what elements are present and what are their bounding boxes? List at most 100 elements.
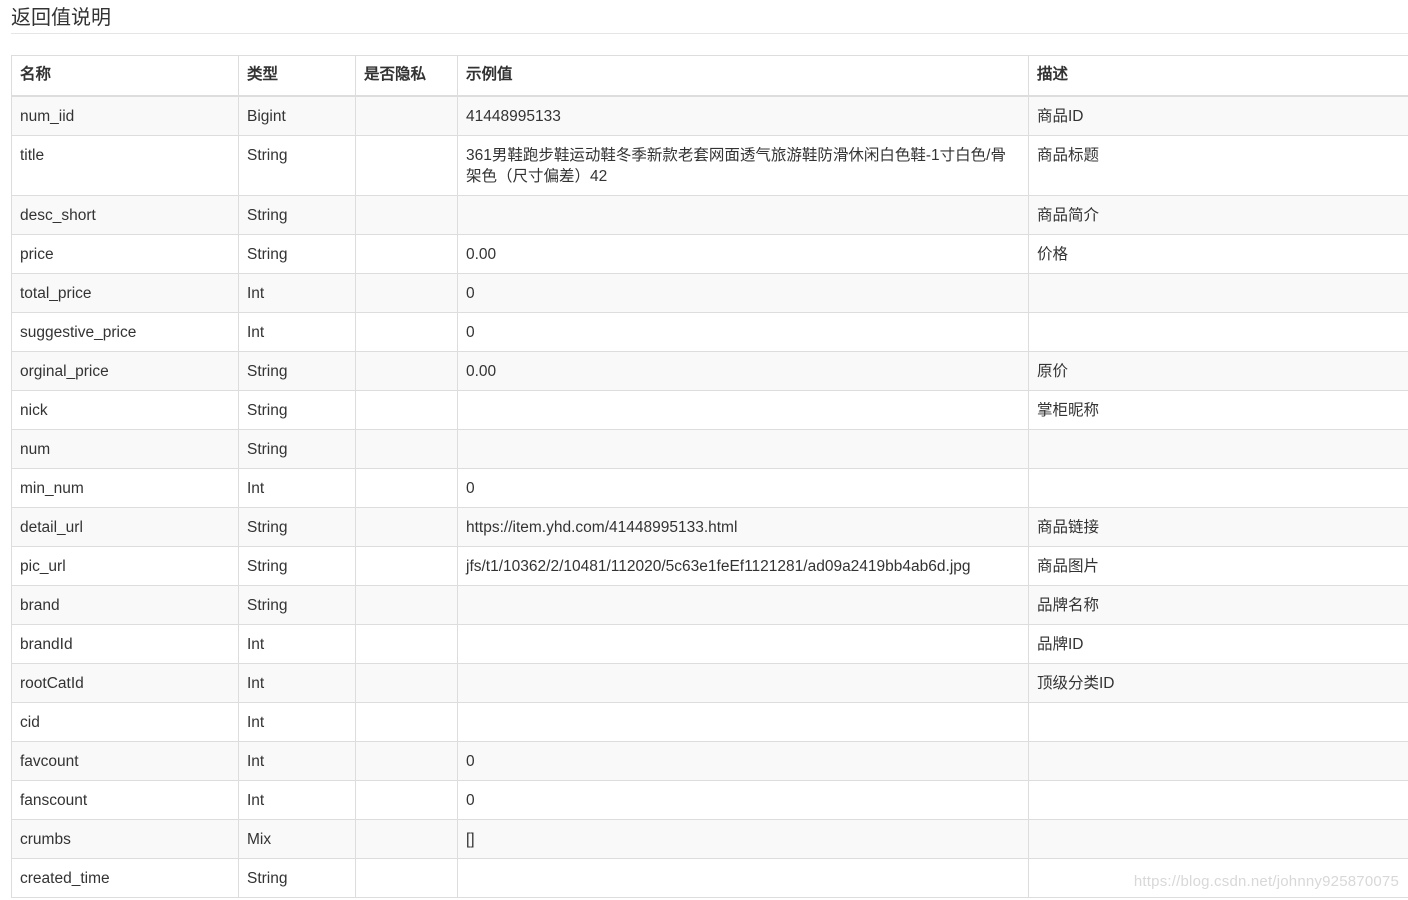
cell-name: title: [11, 134, 239, 196]
cell-type: String: [238, 134, 356, 196]
return-values-table-container: 名称 类型 是否隐私 示例值 描述 num_iid Bigint 414489951…: [11, 55, 1408, 898]
table-row: title String 361男鞋跑步鞋运动鞋冬季新款老套网面透气旅游鞋防滑休闲白…: [11, 134, 1408, 196]
cell-description: [1028, 311, 1408, 352]
cell-name: created_time: [11, 857, 239, 898]
cell-privacy: [355, 134, 458, 196]
cell-description: 掌柜昵称: [1028, 389, 1408, 430]
cell-description: 品牌ID: [1028, 623, 1408, 664]
table-row: num_iid Bigint 41448995133 商品ID: [11, 95, 1408, 136]
cell-example: 0.00: [457, 233, 1029, 274]
cell-privacy: [355, 506, 458, 547]
table-row: favcount Int 0: [11, 740, 1408, 781]
cell-description: 商品ID: [1028, 95, 1408, 136]
cell-example: [457, 623, 1029, 664]
table-row: cid Int: [11, 701, 1408, 742]
cell-privacy: [355, 233, 458, 274]
cell-description: 商品链接: [1028, 506, 1408, 547]
cell-example: [457, 857, 1029, 898]
cell-example: [457, 584, 1029, 625]
table-row: orginal_price String 0.00 原价: [11, 350, 1408, 391]
cell-privacy: [355, 701, 458, 742]
cell-name: pic_url: [11, 545, 239, 586]
cell-example: 0.00: [457, 350, 1029, 391]
cell-example: 0: [457, 779, 1029, 820]
cell-type: Mix: [238, 818, 356, 859]
cell-name: detail_url: [11, 506, 239, 547]
cell-description: 顶级分类ID: [1028, 662, 1408, 703]
cell-privacy: [355, 95, 458, 136]
cell-example: [457, 701, 1029, 742]
cell-type: String: [238, 584, 356, 625]
table-row: rootCatId Int 顶级分类ID: [11, 662, 1408, 703]
cell-description: 商品简介: [1028, 194, 1408, 235]
cell-privacy: [355, 389, 458, 430]
cell-type: String: [238, 350, 356, 391]
cell-example: 0: [457, 311, 1029, 352]
cell-description: 商品图片: [1028, 545, 1408, 586]
watermark: https://blog.csdn.net/johnny925870075: [1133, 873, 1399, 890]
cell-name: total_price: [11, 272, 239, 313]
cell-example: [457, 662, 1029, 703]
cell-privacy: [355, 662, 458, 703]
table-row: desc_short String 商品简介: [11, 194, 1408, 235]
table-row: pic_url String jfs/t1/10362/2/10481/112020…: [11, 545, 1408, 586]
cell-type: Int: [238, 272, 356, 313]
cell-type: Int: [238, 701, 356, 742]
cell-privacy: [355, 272, 458, 313]
cell-type: Bigint: [238, 95, 356, 136]
cell-description: [1028, 428, 1408, 469]
cell-privacy: [355, 311, 458, 352]
cell-description: [1028, 467, 1408, 508]
cell-name: num: [11, 428, 239, 469]
cell-name: rootCatId: [11, 662, 239, 703]
table-row: brand String 品牌名称: [11, 584, 1408, 625]
cell-type: Int: [238, 623, 356, 664]
return-values-table: 名称 类型 是否隐私 示例值 描述 num_iid Bigint 414489951…: [11, 55, 1408, 898]
cell-description: [1028, 740, 1408, 781]
table-header-row: 名称 类型 是否隐私 示例值 描述: [11, 55, 1408, 97]
cell-name: crumbs: [11, 818, 239, 859]
cell-type: String: [238, 233, 356, 274]
cell-privacy: [355, 740, 458, 781]
cell-privacy: [355, 545, 458, 586]
cell-example: 0: [457, 740, 1029, 781]
header-description: 描述: [1028, 55, 1408, 97]
cell-description: [1028, 701, 1408, 742]
cell-name: orginal_price: [11, 350, 239, 391]
cell-description: 品牌名称: [1028, 584, 1408, 625]
cell-type: String: [238, 545, 356, 586]
cell-description: 价格: [1028, 233, 1408, 274]
cell-type: String: [238, 428, 356, 469]
table-row: fanscount Int 0: [11, 779, 1408, 820]
cell-example: 0: [457, 467, 1029, 508]
section-title: 返回值说明: [11, 5, 1408, 34]
cell-name: favcount: [11, 740, 239, 781]
cell-privacy: [355, 194, 458, 235]
cell-type: Int: [238, 467, 356, 508]
header-example: 示例值: [457, 55, 1029, 97]
cell-example: [457, 389, 1029, 430]
cell-privacy: [355, 467, 458, 508]
cell-name: price: [11, 233, 239, 274]
cell-type: Int: [238, 662, 356, 703]
cell-description: 原价: [1028, 350, 1408, 391]
cell-privacy: [355, 857, 458, 898]
table-row: total_price Int 0: [11, 272, 1408, 313]
cell-name: cid: [11, 701, 239, 742]
cell-type: String: [238, 194, 356, 235]
cell-example: []: [457, 818, 1029, 859]
cell-type: String: [238, 506, 356, 547]
cell-description: 商品标题: [1028, 134, 1408, 196]
cell-privacy: [355, 623, 458, 664]
cell-privacy: [355, 779, 458, 820]
cell-type: String: [238, 389, 356, 430]
cell-name: suggestive_price: [11, 311, 239, 352]
table-row: detail_url String https://item.yhd.com/414…: [11, 506, 1408, 547]
cell-privacy: [355, 818, 458, 859]
cell-type: Int: [238, 311, 356, 352]
cell-type: Int: [238, 779, 356, 820]
table-row: min_num Int 0: [11, 467, 1408, 508]
cell-privacy: [355, 428, 458, 469]
header-privacy: 是否隐私: [355, 55, 458, 97]
cell-name: fanscount: [11, 779, 239, 820]
